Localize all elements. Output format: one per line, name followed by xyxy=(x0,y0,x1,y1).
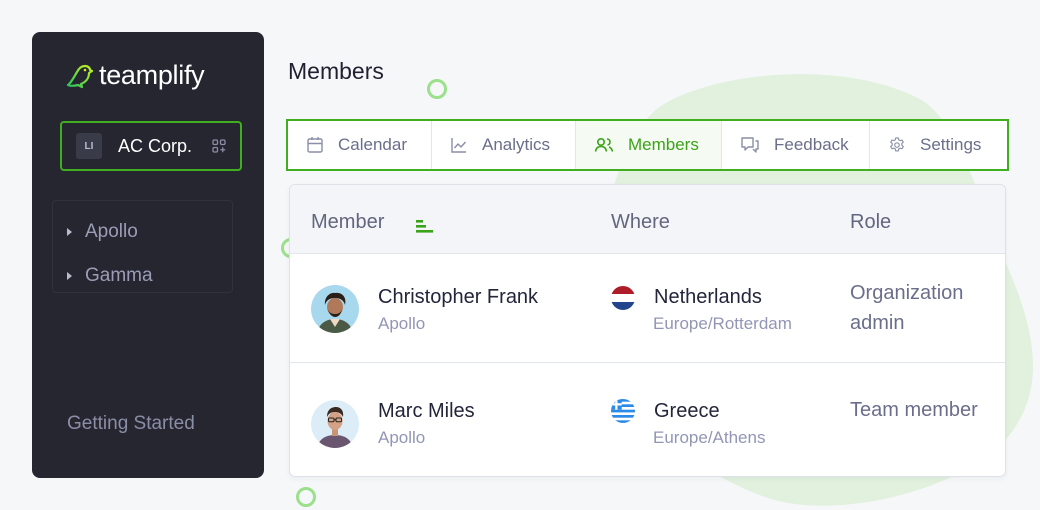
caret-right-icon xyxy=(67,272,72,280)
member-country: Netherlands xyxy=(654,286,762,308)
project-label: Apollo xyxy=(85,221,138,242)
users-icon xyxy=(594,137,614,152)
page-title: Members xyxy=(288,58,384,84)
flag-netherlands-icon xyxy=(611,286,635,310)
tab-feedback[interactable]: Feedback xyxy=(722,121,870,169)
chat-icon xyxy=(741,137,759,153)
member-timezone: Europe/Rotterdam xyxy=(653,314,792,333)
tab-label: Feedback xyxy=(774,135,849,154)
role-line: admin xyxy=(850,312,905,334)
table-row[interactable]: Marc Miles Apollo Greece Europe/Athens T… xyxy=(290,363,1005,475)
apps-add-icon xyxy=(212,139,226,153)
org-badge: LI xyxy=(76,133,102,159)
tab-settings[interactable]: Settings xyxy=(870,121,1007,169)
decorative-ring xyxy=(427,79,447,99)
decorative-ring xyxy=(296,487,316,507)
member-name[interactable]: Christopher Frank xyxy=(378,286,538,309)
calendar-icon xyxy=(307,137,323,153)
avatar xyxy=(311,285,359,333)
project-item-gamma[interactable]: Gamma xyxy=(53,254,232,298)
column-header-where[interactable]: Where xyxy=(611,211,670,234)
members-table: Member Where Role Christopher Frank Apol… xyxy=(289,184,1006,477)
project-list: Apollo Gamma xyxy=(52,200,233,293)
gear-icon xyxy=(890,137,904,152)
tab-label: Settings xyxy=(920,135,982,154)
tab-calendar[interactable]: Calendar xyxy=(288,121,432,169)
avatar xyxy=(311,400,359,448)
role-line: Organization xyxy=(850,282,964,304)
getting-started-link[interactable]: Getting Started xyxy=(67,413,195,435)
tab-label: Members xyxy=(628,135,699,154)
org-switcher[interactable]: LI AC Corp. xyxy=(60,121,242,171)
member-country: Greece xyxy=(654,400,720,422)
table-row[interactable]: Christopher Frank Apollo Netherlands Eur… xyxy=(290,254,1005,363)
logo[interactable]: teamplify xyxy=(65,60,205,91)
sidebar: teamplify LI AC Corp. Apollo Gamma Getti… xyxy=(32,32,264,478)
caret-right-icon xyxy=(67,228,72,236)
tab-analytics[interactable]: Analytics xyxy=(432,121,576,169)
member-role[interactable]: Team member xyxy=(850,395,1000,425)
table-header: Member Where Role xyxy=(290,185,1005,254)
org-name: AC Corp. xyxy=(118,135,193,156)
bird-logo-icon xyxy=(66,64,93,88)
tab-members[interactable]: Members xyxy=(576,121,722,169)
member-name[interactable]: Marc Miles xyxy=(378,400,475,423)
role-line: Team member xyxy=(850,399,978,421)
flag-greece-icon xyxy=(611,399,635,423)
tab-bar: Calendar Analytics Members Feedback Sett… xyxy=(286,119,1009,171)
member-role[interactable]: Organization admin xyxy=(850,278,1000,338)
column-header-role[interactable]: Role xyxy=(850,211,891,234)
project-item-apollo[interactable]: Apollo xyxy=(53,210,232,254)
sort-icon[interactable] xyxy=(416,220,434,234)
member-team: Apollo xyxy=(378,314,426,333)
tab-label: Calendar xyxy=(338,135,407,154)
member-team: Apollo xyxy=(378,428,426,447)
chart-line-icon xyxy=(451,138,467,153)
member-timezone: Europe/Athens xyxy=(653,428,766,447)
tab-label: Analytics xyxy=(482,135,551,154)
project-label: Gamma xyxy=(85,265,153,286)
brand-name: teamplify xyxy=(99,60,205,90)
column-header-member[interactable]: Member xyxy=(311,211,384,234)
